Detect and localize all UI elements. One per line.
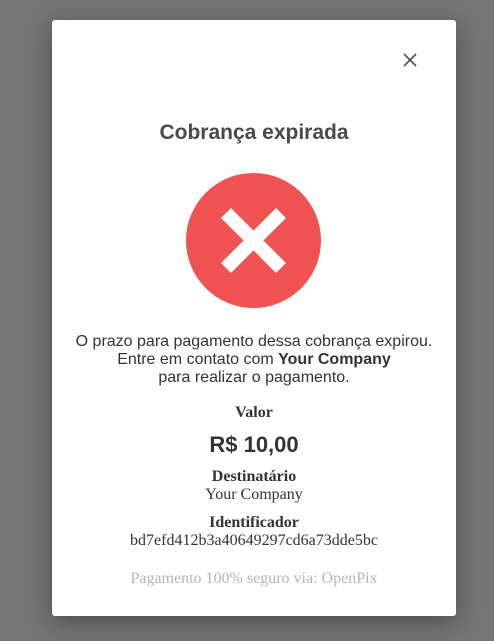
secure-payment-footer: Pagamento 100% seguro via: OpenPix — [52, 570, 456, 588]
recipient-value: Your Company — [205, 486, 303, 503]
identifier-label: Identificador — [209, 514, 299, 531]
close-icon — [403, 53, 417, 67]
recipient-label: Destinatário — [211, 468, 297, 485]
message-line-3: para realizar o pagamento. — [158, 369, 350, 386]
expired-charge-modal: Cobrança expirada O prazo para pagamento… — [52, 20, 456, 616]
identifier-value: bd7efd412b3a40649297cd6a73dde5bc — [130, 532, 378, 549]
expired-message: O prazo para pagamento dessa cobrança ex… — [52, 333, 456, 387]
footer-text: Pagamento 100% seguro via: — [130, 570, 322, 587]
charge-amount: R$ 10,00 — [209, 432, 299, 457]
openpix-link[interactable]: OpenPix — [322, 570, 378, 587]
company-name: Your Company — [278, 351, 391, 368]
error-x-circle-icon — [186, 173, 321, 308]
message-line-1: O prazo para pagamento dessa cobrança ex… — [75, 333, 433, 350]
value-label: Valor — [235, 404, 273, 421]
message-line-2: Entre em contato com Your Company — [52, 351, 456, 369]
modal-title: Cobrança expirada — [159, 121, 349, 144]
message-contact-prefix: Entre em contato com — [117, 351, 279, 368]
close-button[interactable] — [398, 48, 422, 72]
